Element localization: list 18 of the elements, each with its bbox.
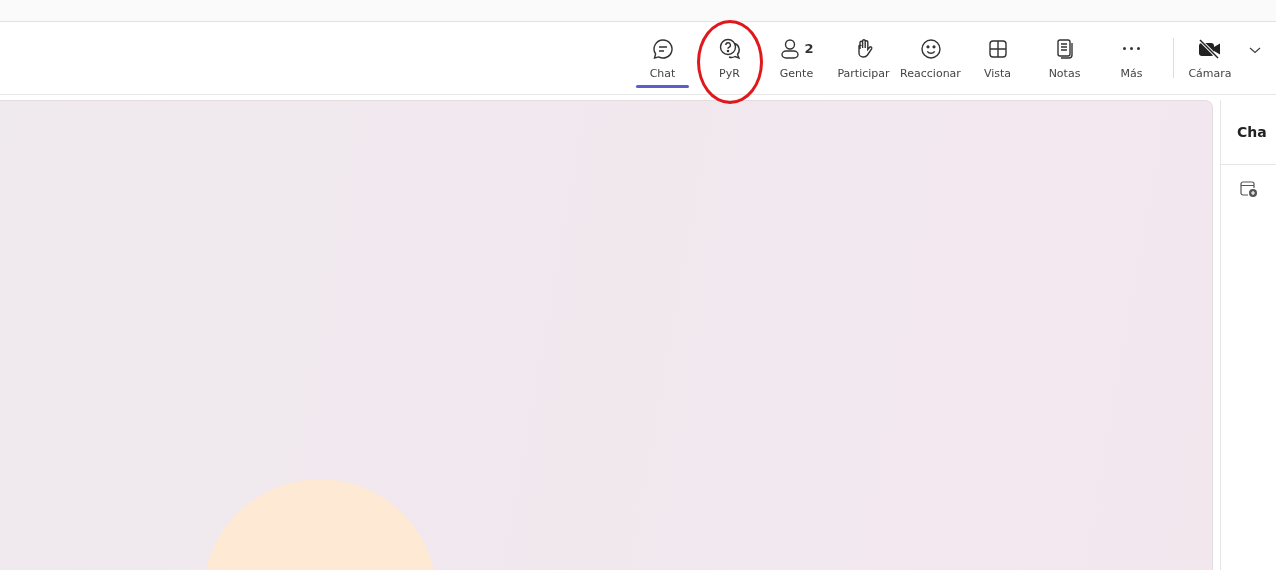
calendar-add-icon[interactable] (1239, 179, 1259, 199)
toolbar-button[interactable]: Notas (1031, 28, 1098, 88)
toolbar-button[interactable]: Chat (629, 28, 696, 88)
toolbar-button[interactable]: Reaccionar (897, 28, 964, 88)
smiley-icon (919, 37, 942, 60)
toolbar-button[interactable]: Vista (964, 28, 1031, 88)
person-icon (779, 37, 802, 60)
panel-title: Cha (1237, 124, 1267, 140)
toolbar-button[interactable]: Más (1098, 28, 1165, 88)
toolbar-button[interactable]: Participar (830, 28, 897, 88)
toolbar-button[interactable]: 2 Gente (763, 28, 830, 88)
chevron-down-icon[interactable] (1248, 45, 1262, 55)
question-bubble-icon (717, 37, 742, 60)
camera-button[interactable]: Cámara (1182, 28, 1238, 88)
grid-icon (986, 37, 1009, 60)
chat-icon (651, 37, 674, 60)
toolbar-button[interactable]: PyR (696, 28, 763, 88)
more-icon (1123, 47, 1140, 50)
